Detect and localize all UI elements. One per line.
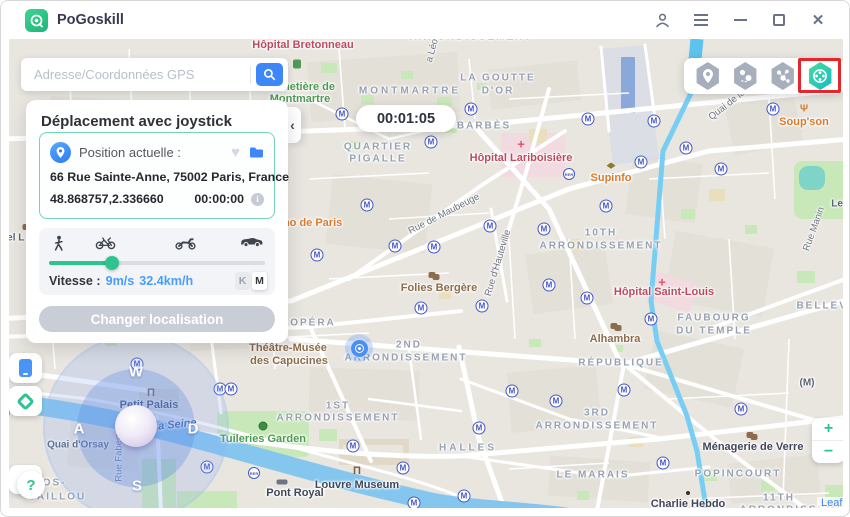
location-pin-icon <box>50 142 71 163</box>
search-icon <box>263 68 276 81</box>
current-address: 66 Rue Sainte-Anne, 75002 Paris, France <box>50 170 289 184</box>
saved-locations-folder-icon[interactable] <box>249 146 264 159</box>
speed-value-kmh: 32.4km/h <box>139 274 194 288</box>
mode-joystick-button[interactable] <box>798 58 842 93</box>
unit-toggle: K M <box>235 272 267 290</box>
maximize-button[interactable] <box>770 11 788 29</box>
close-button[interactable]: ✕ <box>809 11 827 29</box>
speed-value-ms: 9m/s <box>105 274 135 288</box>
info-icon[interactable]: i <box>251 192 264 206</box>
compass-icon <box>16 391 35 411</box>
joystick-key-left: A <box>73 420 85 438</box>
menu-icon[interactable] <box>692 11 710 29</box>
joystick-key-down: S <box>131 477 143 495</box>
current-position-card: Position actuelle : ♥ 66 Rue Sainte-Anne… <box>39 132 289 219</box>
help-button[interactable]: ? <box>17 471 45 499</box>
joystick-mode-icon <box>809 62 832 90</box>
position-label: Position actuelle : <box>79 145 181 160</box>
mode-teleport-button[interactable] <box>693 61 723 91</box>
divider <box>250 65 251 84</box>
search-button[interactable] <box>256 63 283 86</box>
joystick-key-right: D <box>187 420 199 438</box>
joystick-key-up: W <box>128 363 144 381</box>
title-bar: PoGoskill ✕ <box>1 1 849 39</box>
zoom-out-button[interactable]: − <box>812 441 843 463</box>
search-bar <box>21 58 288 91</box>
bicycle-speed-icon[interactable] <box>95 235 116 255</box>
walking-speed-icon[interactable] <box>51 235 66 257</box>
change-location-button[interactable]: Changer localisation <box>39 306 275 332</box>
center-position-button[interactable] <box>9 386 42 416</box>
speed-card: Vitesse : 9m/s 32.4km/h K M <box>39 228 275 295</box>
app-window: PoGoskill ✕ W A D S Hôpital Bretonneau a… <box>0 0 850 517</box>
mode-multi-spot-button[interactable] <box>768 61 798 91</box>
car-speed-icon[interactable] <box>239 235 264 253</box>
favorite-heart-icon[interactable]: ♥ <box>231 145 240 160</box>
movement-joystick[interactable]: W A D S <box>43 335 229 508</box>
panel-title: Déplacement avec joystick <box>41 113 232 130</box>
minimize-button[interactable] <box>731 11 749 29</box>
speed-label: Vitesse : <box>49 274 101 288</box>
speed-slider-fill <box>49 261 112 265</box>
mode-two-spot-button[interactable] <box>730 61 760 91</box>
speed-slider-knob[interactable] <box>104 256 119 270</box>
teleport-mode-icon <box>696 62 719 90</box>
two-spot-mode-icon <box>734 62 757 90</box>
unit-mile-button[interactable]: M <box>252 272 267 290</box>
search-input[interactable] <box>21 58 250 91</box>
session-timer: 00:01:05 <box>356 105 456 132</box>
unit-km-button[interactable]: K <box>235 272 250 290</box>
app-logo: PoGoskill <box>25 8 124 32</box>
current-coordinates: 48.868757,2.336660 <box>50 192 164 206</box>
joystick-panel: Déplacement avec joystick Position actue… <box>26 100 289 343</box>
joystick-knob[interactable] <box>115 405 157 447</box>
app-title: PoGoskill <box>57 12 124 28</box>
mode-selector-bar <box>684 58 843 94</box>
phone-icon <box>19 359 32 377</box>
multi-spot-mode-icon <box>771 62 794 90</box>
zoom-control: + − <box>812 418 843 463</box>
motorcycle-speed-icon[interactable] <box>175 235 196 255</box>
user-account-icon[interactable] <box>653 11 671 29</box>
zoom-in-button[interactable]: + <box>812 418 843 441</box>
pogoskill-logo-icon <box>25 8 48 32</box>
position-timer: 00:00:00 <box>194 192 244 206</box>
leaflet-attribution[interactable]: Leaflet <box>817 497 843 508</box>
device-button[interactable] <box>9 353 42 383</box>
speed-slider[interactable] <box>49 256 265 270</box>
